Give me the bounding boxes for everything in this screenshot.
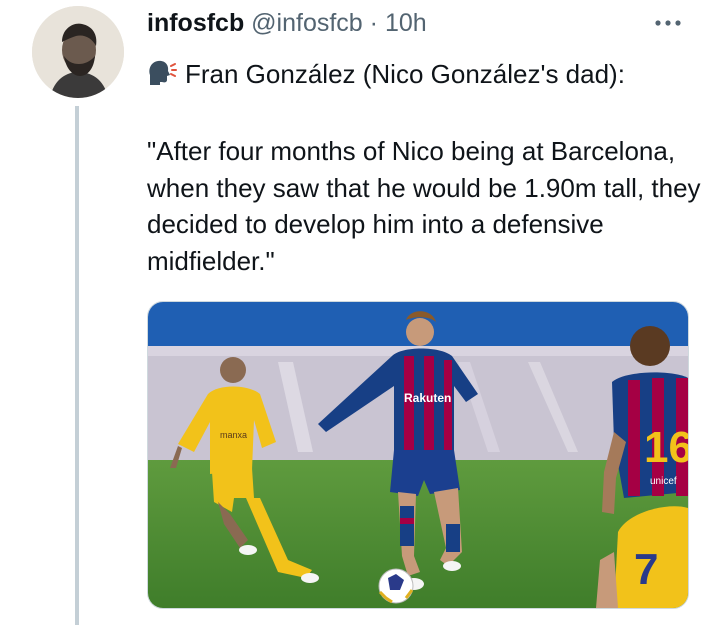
shirt-number-bottom: 7: [634, 545, 658, 594]
user-handle[interactable]: @infosfcb: [251, 9, 363, 37]
quote-text: "After four months of Nico being at Barc…: [147, 136, 701, 276]
attribution-line: Fran González (Nico González's dad):: [147, 56, 707, 97]
speaking-head-emoji: [147, 59, 177, 97]
tweet-header: infosfcb @infosfcb · 10h: [147, 8, 427, 38]
display-name[interactable]: infosfcb: [147, 9, 244, 37]
thread-connector-line: [75, 106, 79, 625]
shirt-number-right: 16: [644, 423, 688, 472]
more-options-button[interactable]: [648, 10, 688, 36]
football: [378, 568, 414, 604]
tweet-media-image[interactable]: manxa Rakuten 1 unicef 7: [147, 301, 689, 609]
attribution-text: Fran González (Nico González's dad):: [185, 59, 625, 89]
avatar-photo: [32, 6, 124, 98]
avatar[interactable]: [32, 6, 124, 98]
separator-dot: ·: [369, 9, 378, 37]
opponent-sponsor-text: manxa: [220, 430, 247, 440]
football-match-photo: manxa Rakuten 1 unicef 7: [148, 302, 688, 608]
more-horizontal-icon: [655, 20, 681, 26]
shirt-sponsor-text: Rakuten: [404, 391, 451, 405]
tweet-text: Fran González (Nico González's dad): "Af…: [147, 56, 707, 279]
shirt-back-brand: unicef: [650, 476, 677, 487]
timestamp[interactable]: 10h: [385, 9, 427, 37]
